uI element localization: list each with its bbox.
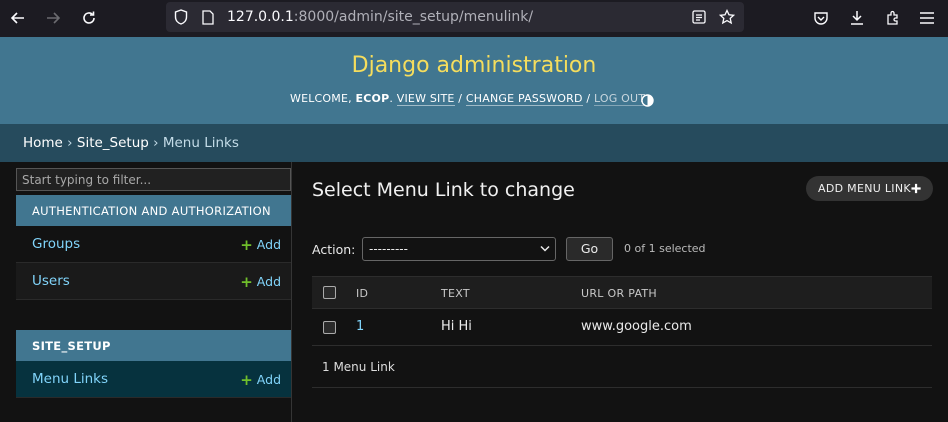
chevron-down-icon bbox=[540, 245, 550, 252]
add-menu-link-button[interactable]: ADD MENU LINK bbox=[806, 176, 933, 201]
sidebar-item-users: Users + Add bbox=[16, 263, 291, 300]
admin-header: Django administration WELCOME, ECOP. VIE… bbox=[0, 37, 948, 124]
add-group-link[interactable]: + Add bbox=[240, 237, 281, 252]
row-url: www.google.com bbox=[581, 319, 692, 334]
row-text: Hi Hi bbox=[441, 319, 472, 334]
page-icon[interactable] bbox=[200, 9, 216, 25]
separator: / bbox=[458, 92, 463, 105]
breadcrumb-home[interactable]: Home bbox=[23, 135, 63, 151]
reader-view-icon[interactable] bbox=[691, 9, 707, 25]
paginator: 1 Menu Link bbox=[312, 346, 932, 388]
nav-sidebar: AUTHENTICATION AND AUTHORIZATION Groups … bbox=[0, 162, 292, 422]
breadcrumb: Home › Site_Setup › Menu Links bbox=[0, 124, 948, 162]
row-checkbox[interactable] bbox=[323, 321, 336, 334]
username: ECOP bbox=[355, 92, 390, 105]
add-menu-link-link[interactable]: + Add bbox=[240, 372, 281, 387]
shield-icon[interactable] bbox=[173, 9, 189, 25]
breadcrumb-app[interactable]: Site_Setup bbox=[77, 135, 149, 151]
plus-icon: + bbox=[240, 235, 253, 254]
separator: / bbox=[586, 92, 591, 105]
breadcrumb-current: Menu Links bbox=[162, 135, 239, 151]
action-label: Action: bbox=[312, 242, 356, 257]
view-site-link[interactable]: VIEW SITE bbox=[396, 92, 455, 106]
pocket-icon[interactable] bbox=[811, 8, 831, 28]
sidebar-item-label[interactable]: Groups bbox=[32, 236, 80, 252]
table-row: 1 Hi Hi www.google.com bbox=[312, 309, 932, 346]
user-tools: WELCOME, ECOP. VIEW SITE / CHANGE PASSWO… bbox=[290, 92, 646, 106]
column-header-id[interactable]: ID bbox=[356, 287, 368, 300]
url-text[interactable]: 127.0.0.1:8000/admin/site_setup/menulink… bbox=[227, 9, 533, 25]
url-bar[interactable]: 127.0.0.1:8000/admin/site_setup/menulink… bbox=[166, 2, 744, 32]
extensions-icon[interactable] bbox=[883, 8, 903, 28]
sidebar-item-groups: Groups + Add bbox=[16, 226, 291, 263]
sidebar-filter-input[interactable] bbox=[16, 168, 291, 191]
theme-toggle-icon[interactable] bbox=[640, 93, 654, 107]
site-branding[interactable]: Django administration bbox=[0, 53, 948, 78]
back-arrow-icon[interactable] bbox=[6, 6, 30, 30]
log-out-link[interactable]: LOG OUT bbox=[593, 92, 646, 106]
sidebar-item-label[interactable]: Menu Links bbox=[32, 371, 108, 387]
browser-toolbar: 127.0.0.1:8000/admin/site_setup/menulink… bbox=[0, 0, 948, 37]
selected-count: 0 of 1 selected bbox=[624, 242, 706, 255]
welcome-text: WELCOME, bbox=[290, 92, 352, 105]
bookmark-star-icon[interactable] bbox=[718, 8, 736, 26]
module-caption-auth[interactable]: AUTHENTICATION AND AUTHORIZATION bbox=[16, 195, 291, 226]
row-id-link[interactable]: 1 bbox=[356, 319, 364, 334]
plus-icon: + bbox=[240, 370, 253, 389]
add-user-link[interactable]: + Add bbox=[240, 274, 281, 289]
breadcrumb-separator: › bbox=[67, 135, 73, 151]
breadcrumb-separator: › bbox=[153, 135, 159, 151]
sidebar-item-label[interactable]: Users bbox=[32, 273, 70, 289]
download-icon[interactable] bbox=[847, 8, 867, 28]
select-all-checkbox[interactable] bbox=[323, 286, 336, 299]
reload-icon[interactable] bbox=[77, 6, 101, 30]
menu-icon[interactable] bbox=[917, 8, 937, 28]
go-button[interactable]: Go bbox=[566, 237, 613, 261]
column-header-url[interactable]: URL OR PATH bbox=[581, 287, 657, 300]
module-caption-site-setup[interactable]: SITE_SETUP bbox=[16, 330, 291, 361]
plus-icon bbox=[911, 183, 921, 194]
table-header: ID TEXT URL OR PATH bbox=[312, 276, 932, 309]
column-header-text[interactable]: TEXT bbox=[441, 287, 470, 300]
change-password-link[interactable]: CHANGE PASSWORD bbox=[465, 92, 583, 106]
action-select[interactable]: --------- bbox=[362, 237, 556, 261]
plus-icon: + bbox=[240, 272, 253, 291]
sidebar-item-menu-links: Menu Links + Add bbox=[16, 361, 291, 398]
forward-arrow-icon[interactable] bbox=[41, 6, 65, 30]
page-title: Select Menu Link to change bbox=[312, 179, 575, 201]
